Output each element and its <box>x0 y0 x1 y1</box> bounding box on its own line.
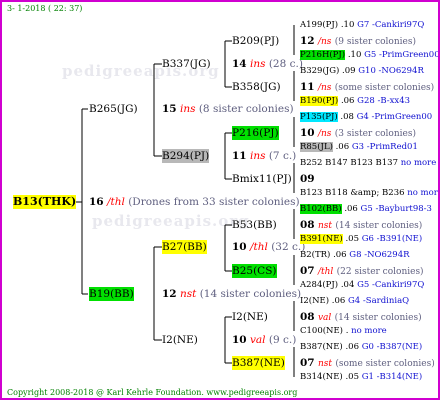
gen3-node-2: B358(JG) <box>232 81 281 93</box>
gen2-drones-3: 10 /thl (32 c.) <box>232 241 306 253</box>
gen2-node-1: B337(JG) <box>162 58 211 70</box>
pedigree-chart: pedigreeapis.org pedigreeapis.org 3- 1-2… <box>0 0 440 400</box>
gen2-node-3: B27(BB) <box>162 240 207 254</box>
root-year: 16 <box>89 196 104 208</box>
gen1-dam-drones: 15 ins (8 sister colonies) <box>162 103 294 115</box>
gen3-node-6: B25(CS) <box>232 264 277 278</box>
gen1-dam-label: B265(JG) <box>89 103 138 115</box>
gen3-node-1: B209(PJ) <box>232 35 280 47</box>
gen3-node-8: B387(NE) <box>232 356 285 370</box>
root-breeder: /thl <box>106 196 125 208</box>
gen1-sire-drones: 12 nst (14 sister colonies) <box>162 288 302 300</box>
gen4-row-5: P135(PJ) .08 G4 -PrimGreen00 <box>300 112 433 122</box>
gen2-node-2: B294(PJ) <box>162 149 210 163</box>
gen4-row-9: B102(BB) .06 G5 -Bayburt98-3 <box>300 204 432 214</box>
gen3-drones-2: 11 /ns (some sister colonies) <box>300 81 435 93</box>
gen4-row-3: B329(JG) .09 G10 -NO6294R <box>300 66 424 76</box>
gen4-row-14: C100(NE) . no more <box>300 326 387 336</box>
gen3-node-7: I2(NE) <box>232 311 268 323</box>
gen4-row-7: B252 B147 B123 B137 no more <box>300 158 437 168</box>
gen4-row-4: B190(PJ) .06 G28 -B-xx43 <box>300 96 411 106</box>
gen4-row-10: B391(NE) .05 G6 -B391(NE) <box>300 234 423 244</box>
gen4-row-1: A199(PJ) .10 G7 -Cankiri97Q <box>300 20 425 30</box>
gen4-row-16: B314(NE) .05 G1 -B314(NE) <box>300 372 423 382</box>
gen2-drones-2: 11 ins (7 c.) <box>232 150 297 162</box>
gen3-node-5: B53(BB) <box>232 219 277 231</box>
gen4-row-8: B123 B118 &amp; B236 no more <box>300 188 440 198</box>
gen3-drones-5: 08 nst (14 sister colonies) <box>300 219 423 231</box>
gen2-drones-4: 10 val (9 c.) <box>232 334 297 346</box>
gen4-row-12: A284(PJ) .04 G5 -Cankiri97Q <box>300 280 425 290</box>
root-queen: B13(THK) <box>13 195 77 209</box>
gen3-drones-7: 08 val (14 sister colonies) <box>300 311 422 323</box>
gen3-drones-3: 10 /ns (3 sister colonies) <box>300 127 416 139</box>
gen3-drones-8: 07 nst (some sister colonies) <box>300 357 435 369</box>
gen3-node-3: P216(PJ) <box>232 126 279 140</box>
copyright-footer: Copyright 2008-2018 @ Karl Kehrle Founda… <box>7 388 298 397</box>
gen3-drones-1: 12 /ns (9 sister colonies) <box>300 35 416 47</box>
gen3-node-4: Bmix11(PJ) <box>232 173 292 185</box>
gen4-row-13: I2(NE) .06 G4 -SardiniaQ <box>300 296 410 306</box>
gen2-drones-1: 14 ins (28 c.) <box>232 58 303 70</box>
root-drone-note: (Drones from 33 sister colonies) <box>128 196 300 208</box>
gen1-sire-label: B19(BB) <box>89 287 134 301</box>
gen4-row-11: B2(TR) .06 G8 -NO6294R <box>300 250 410 260</box>
gen2-node-4: I2(NE) <box>162 334 198 346</box>
root-drones: 16 /thl (Drones from 33 sister colonies) <box>89 195 300 209</box>
gen4-row-6: R85(JL) .06 G3 -PrimRed01 <box>300 142 418 152</box>
gen3-drones-6: 07 /thl (22 sister colonies) <box>300 265 424 277</box>
gen4-row-2: P216H(PJ) .10 G5 -PrimGreen00 <box>300 50 440 60</box>
gen4-row-15: B387(NE) .06 G0 -B387(NE) <box>300 342 423 352</box>
gen3-drones-4: 09 <box>300 173 315 185</box>
